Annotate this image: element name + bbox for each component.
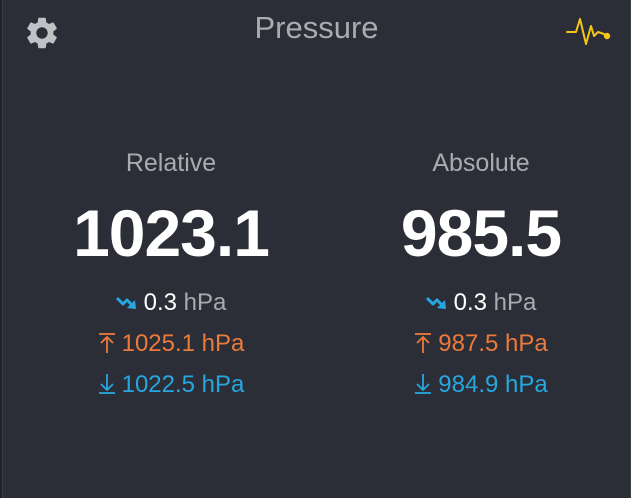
absolute-stats: 0.3 hPa 987.5 hPa 984.9 hPa (351, 288, 611, 411)
relative-low-value: 1022.5 hPa (121, 371, 245, 398)
absolute-label: Absolute (432, 149, 530, 177)
relative-high-row: 1025.1 hPa (41, 329, 301, 370)
relative-trend-unit: hPa (183, 289, 227, 316)
relative-trend-value: 0.3 (143, 289, 177, 316)
trend-down-icon (115, 296, 136, 309)
widget-header: Pressure (3, 0, 630, 60)
absolute-pressure-panel: Absolute 985.5 0.3 hPa 987.5 hPa 984.9 h… (351, 146, 611, 411)
max-arrow-icon (415, 332, 432, 353)
absolute-trend-value: 0.3 (453, 289, 487, 316)
absolute-low-row: 984.9 hPa (351, 370, 611, 411)
relative-value: 1023.1 (73, 196, 270, 270)
absolute-high-row: 987.5 hPa (351, 329, 611, 370)
pulse-graph-icon (566, 18, 611, 45)
absolute-low-value: 984.9 hPa (438, 371, 548, 398)
relative-high-value: 1025.1 hPa (121, 330, 245, 357)
absolute-trend-unit: hPa (493, 289, 537, 316)
trend-down-icon (425, 296, 446, 309)
relative-label: Relative (125, 149, 217, 177)
graph-button[interactable] (566, 15, 612, 47)
min-arrow-icon (98, 373, 115, 394)
relative-trend-row: 0.3 hPa (41, 288, 301, 329)
min-arrow-icon (415, 373, 432, 394)
absolute-value: 985.5 (400, 196, 562, 270)
relative-pressure-panel: Relative 1023.1 0.3 hPa 1025.1 hPa 1022.… (41, 146, 301, 411)
relative-stats: 0.3 hPa 1025.1 hPa 1022.5 hPa (41, 288, 301, 411)
absolute-trend-row: 0.3 hPa (351, 288, 611, 329)
relative-low-row: 1022.5 hPa (41, 370, 301, 411)
absolute-high-value: 987.5 hPa (438, 330, 548, 357)
widget-title: Pressure (254, 10, 379, 45)
max-arrow-icon (98, 332, 115, 353)
pressure-widget: Pressure Relative 1023.1 0.3 hPa 1025.1 … (2, 0, 631, 498)
